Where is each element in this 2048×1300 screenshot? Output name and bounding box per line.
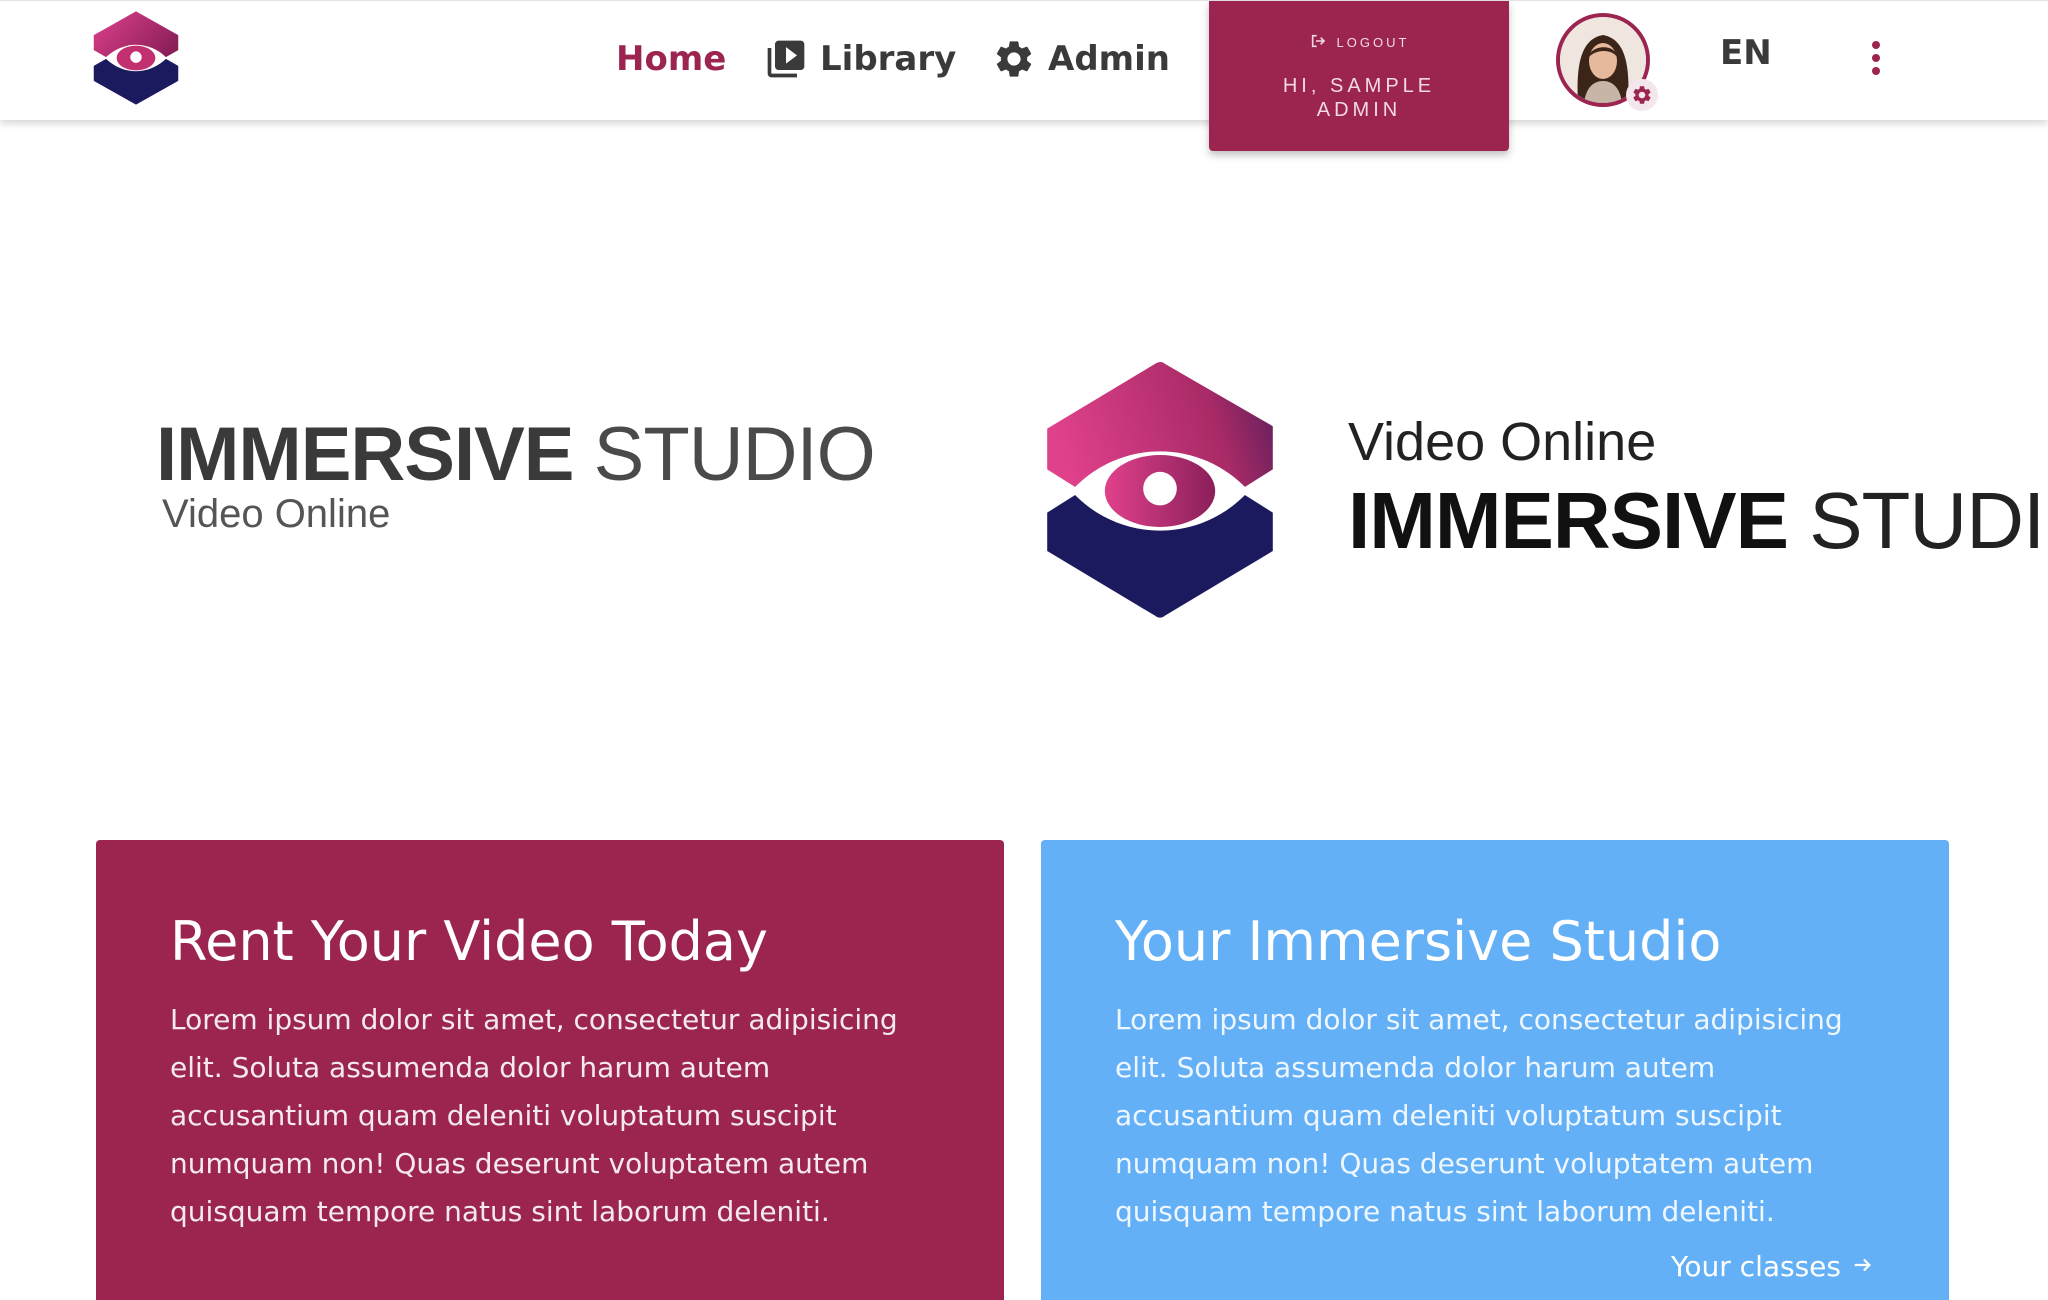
brand-wordmark: IMMERSIVE STUDIO — [156, 410, 876, 500]
nav-library-label: Library — [820, 39, 957, 79]
your-classes-link[interactable]: Your classes — [1671, 1250, 1875, 1283]
card-text: Lorem ipsum dolor sit amet, consectetur … — [1115, 1003, 1843, 1228]
card-title: Rent Your Video Today — [170, 910, 768, 973]
brand-light-text: STUDIO — [593, 412, 876, 497]
logout-icon — [1309, 33, 1327, 52]
brand-strong-text: IMMERSIVE — [156, 412, 574, 497]
hero-logo-icon — [1040, 356, 1280, 626]
rent-video-card: Rent Your Video Today Lorem ipsum dolor … — [96, 840, 1004, 1300]
brand-strong-text-large: IMMERSIVE — [1348, 476, 1789, 565]
logout-label: LOGOUT — [1336, 35, 1410, 50]
hero-brand-left: IMMERSIVE STUDIO Video Online — [156, 410, 876, 537]
immersive-studio-card: Your Immersive Studio Lorem ipsum dolor … — [1041, 840, 1949, 1300]
gear-icon — [992, 37, 1036, 81]
card-text: Lorem ipsum dolor sit amet, consectetur … — [170, 1003, 898, 1228]
card-title: Your Immersive Studio — [1115, 910, 1722, 973]
arrow-right-icon — [1851, 1250, 1875, 1283]
hero-brand-right: Video Online IMMERSIVE STUDIO — [1348, 410, 2048, 568]
more-vertical-icon[interactable] — [1866, 41, 1886, 81]
your-classes-label: Your classes — [1671, 1250, 1841, 1283]
brand-wordmark-large: IMMERSIVE STUDIO — [1348, 474, 2048, 568]
top-navbar: Home Library Admin LOGOUT HI, SAMPLE ADM… — [0, 0, 2048, 151]
nav-admin-link[interactable]: Admin — [992, 31, 1170, 87]
settings-gear-icon — [1626, 79, 1658, 111]
brand-logo-icon[interactable] — [92, 9, 180, 107]
language-selector[interactable]: EN — [1720, 33, 1772, 73]
brand-light-text-large: STUDIO — [1809, 476, 2048, 565]
nav-library-link[interactable]: Library — [764, 31, 956, 87]
user-greeting: HI, SAMPLE ADMIN — [1282, 75, 1436, 121]
video-library-icon — [764, 37, 808, 81]
nav-home-label: Home — [616, 39, 727, 79]
nav-admin-label: Admin — [1048, 39, 1170, 79]
user-panel: LOGOUT HI, SAMPLE ADMIN — [1209, 1, 1509, 151]
brand-subtitle-large: Video Online — [1348, 412, 1657, 472]
nav-home-link[interactable]: Home — [616, 31, 726, 87]
logout-button[interactable]: LOGOUT — [1209, 33, 1509, 52]
user-avatar-button[interactable] — [1556, 13, 1658, 111]
